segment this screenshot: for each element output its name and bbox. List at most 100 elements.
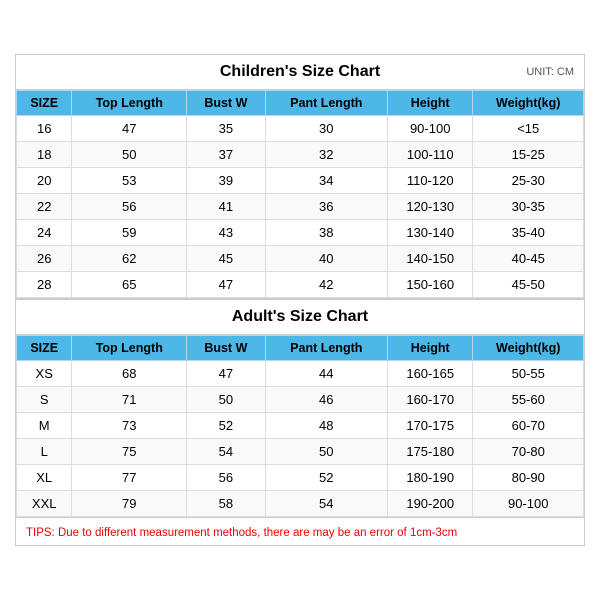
table-cell: 44 xyxy=(265,361,387,387)
table-cell: 55-60 xyxy=(473,387,584,413)
children-title-row: Children's Size Chart UNIT: CM xyxy=(16,55,584,90)
table-cell: 73 xyxy=(72,413,187,439)
table-cell: 47 xyxy=(187,361,265,387)
table-cell: 50 xyxy=(72,142,187,168)
table-row: S715046160-17055-60 xyxy=(17,387,584,413)
table-cell: 100-110 xyxy=(387,142,472,168)
table-cell: 45 xyxy=(187,246,265,272)
adult-title-row: Adult's Size Chart xyxy=(16,298,584,335)
table-cell: 38 xyxy=(265,220,387,246)
table-cell: 39 xyxy=(187,168,265,194)
table-cell: 175-180 xyxy=(387,439,472,465)
table-cell: 20 xyxy=(17,168,72,194)
table-row: 20533934110-12025-30 xyxy=(17,168,584,194)
table-cell: <15 xyxy=(473,116,584,142)
table-cell: 22 xyxy=(17,194,72,220)
table-cell: 150-160 xyxy=(387,272,472,298)
children-col-bust-w: Bust W xyxy=(187,91,265,116)
table-cell: 56 xyxy=(187,465,265,491)
table-cell: 28 xyxy=(17,272,72,298)
table-cell: 37 xyxy=(187,142,265,168)
table-cell: 62 xyxy=(72,246,187,272)
table-row: XL775652180-19080-90 xyxy=(17,465,584,491)
table-cell: 50-55 xyxy=(473,361,584,387)
table-cell: 140-150 xyxy=(387,246,472,272)
table-cell: 45-50 xyxy=(473,272,584,298)
table-cell: 35-40 xyxy=(473,220,584,246)
table-cell: XS xyxy=(17,361,72,387)
table-row: 1647353090-100<15 xyxy=(17,116,584,142)
table-cell: 24 xyxy=(17,220,72,246)
adult-header-row: SIZE Top Length Bust W Pant Length Heigh… xyxy=(17,336,584,361)
table-cell: 41 xyxy=(187,194,265,220)
adult-col-pant-length: Pant Length xyxy=(265,336,387,361)
table-cell: 71 xyxy=(72,387,187,413)
children-col-weight: Weight(kg) xyxy=(473,91,584,116)
table-row: 26624540140-15040-45 xyxy=(17,246,584,272)
table-row: 18503732100-11015-25 xyxy=(17,142,584,168)
table-cell: 50 xyxy=(187,387,265,413)
table-cell: 30-35 xyxy=(473,194,584,220)
table-cell: 47 xyxy=(72,116,187,142)
table-cell: L xyxy=(17,439,72,465)
table-cell: 16 xyxy=(17,116,72,142)
table-cell: 43 xyxy=(187,220,265,246)
children-col-top-length: Top Length xyxy=(72,91,187,116)
table-row: L755450175-18070-80 xyxy=(17,439,584,465)
table-cell: 15-25 xyxy=(473,142,584,168)
table-cell: 180-190 xyxy=(387,465,472,491)
table-cell: 36 xyxy=(265,194,387,220)
children-chart-title: Children's Size Chart xyxy=(220,63,380,81)
table-cell: 68 xyxy=(72,361,187,387)
table-cell: 53 xyxy=(72,168,187,194)
table-cell: 160-170 xyxy=(387,387,472,413)
table-cell: 30 xyxy=(265,116,387,142)
table-cell: 47 xyxy=(187,272,265,298)
table-cell: 52 xyxy=(187,413,265,439)
table-cell: 79 xyxy=(72,491,187,517)
table-cell: 56 xyxy=(72,194,187,220)
table-cell: 70-80 xyxy=(473,439,584,465)
size-chart-container: Children's Size Chart UNIT: CM SIZE Top … xyxy=(15,54,585,546)
table-cell: XL xyxy=(17,465,72,491)
table-cell: 60-70 xyxy=(473,413,584,439)
adult-col-top-length: Top Length xyxy=(72,336,187,361)
adult-size-table: SIZE Top Length Bust W Pant Length Heigh… xyxy=(16,335,584,517)
table-cell: 18 xyxy=(17,142,72,168)
table-cell: 170-175 xyxy=(387,413,472,439)
tips-row: TIPS: Due to different measurement metho… xyxy=(16,517,584,545)
unit-label: UNIT: CM xyxy=(526,66,574,78)
adult-col-weight: Weight(kg) xyxy=(473,336,584,361)
table-cell: 32 xyxy=(265,142,387,168)
adult-chart-title: Adult's Size Chart xyxy=(232,308,368,326)
adult-col-height: Height xyxy=(387,336,472,361)
table-cell: 90-100 xyxy=(473,491,584,517)
children-size-table: SIZE Top Length Bust W Pant Length Heigh… xyxy=(16,90,584,298)
table-cell: 26 xyxy=(17,246,72,272)
table-cell: 40 xyxy=(265,246,387,272)
table-row: M735248170-17560-70 xyxy=(17,413,584,439)
table-cell: 42 xyxy=(265,272,387,298)
adult-col-bust-w: Bust W xyxy=(187,336,265,361)
table-cell: 65 xyxy=(72,272,187,298)
table-cell: 54 xyxy=(265,491,387,517)
table-cell: M xyxy=(17,413,72,439)
table-cell: 40-45 xyxy=(473,246,584,272)
tips-text: TIPS: Due to different measurement metho… xyxy=(26,527,457,539)
table-cell: 52 xyxy=(265,465,387,491)
table-cell: 54 xyxy=(187,439,265,465)
adult-table-body: XS684744160-16550-55S715046160-17055-60M… xyxy=(17,361,584,517)
children-col-pant-length: Pant Length xyxy=(265,91,387,116)
table-cell: 50 xyxy=(265,439,387,465)
table-cell: 90-100 xyxy=(387,116,472,142)
table-cell: XXL xyxy=(17,491,72,517)
table-row: 28654742150-16045-50 xyxy=(17,272,584,298)
table-cell: 48 xyxy=(265,413,387,439)
adult-col-size: SIZE xyxy=(17,336,72,361)
table-cell: S xyxy=(17,387,72,413)
table-cell: 59 xyxy=(72,220,187,246)
table-cell: 130-140 xyxy=(387,220,472,246)
table-cell: 160-165 xyxy=(387,361,472,387)
table-cell: 34 xyxy=(265,168,387,194)
table-row: XS684744160-16550-55 xyxy=(17,361,584,387)
